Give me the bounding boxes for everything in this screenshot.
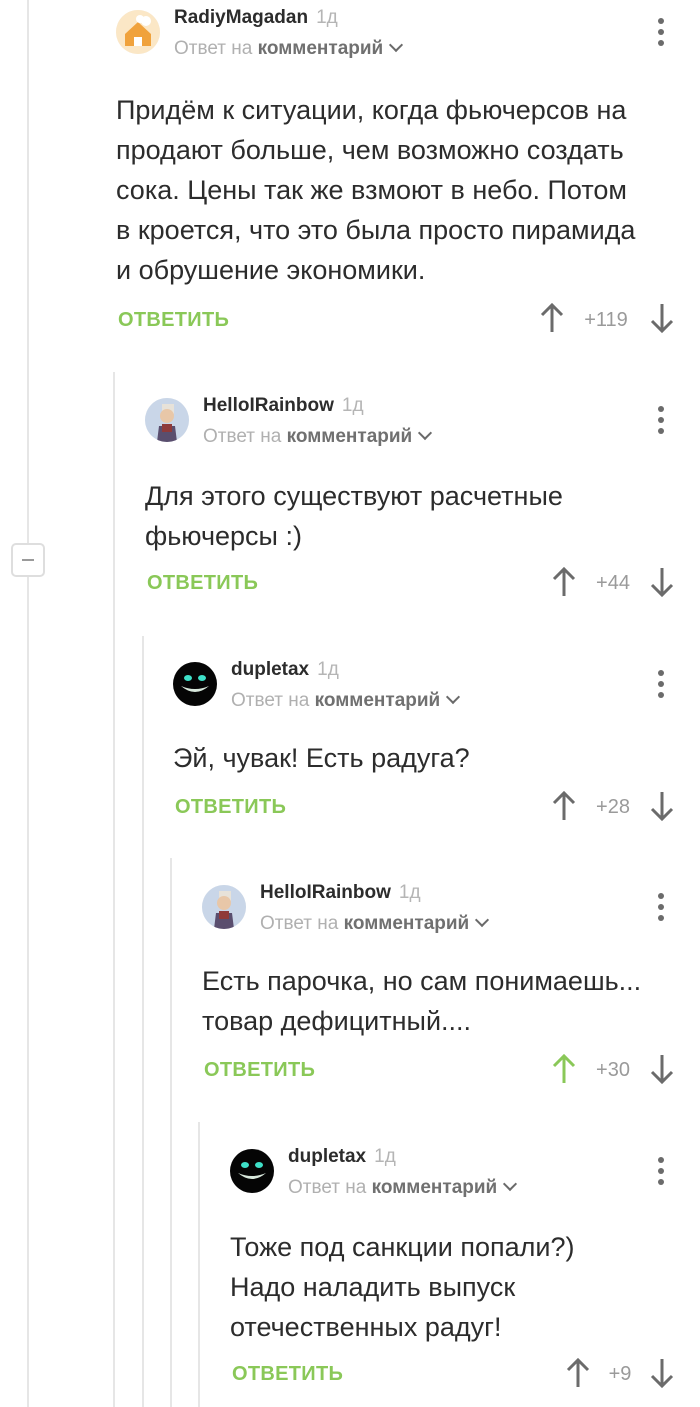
chevron-down-icon [389, 37, 404, 53]
comment-text: Эй, чувак! Есть радуга? [173, 743, 470, 773]
reply-context[interactable]: Ответ на комментарий [203, 425, 433, 448]
thread-line [113, 372, 115, 1407]
collapse-thread-button[interactable] [11, 543, 45, 577]
upvote-arrow-icon[interactable] [552, 1053, 576, 1085]
avatar[interactable] [173, 662, 217, 706]
avatar[interactable] [145, 398, 189, 442]
upvote-arrow-icon[interactable] [566, 1357, 590, 1389]
cheshire-grin-avatar-icon [173, 662, 217, 706]
author-name[interactable]: dupletax 1д [288, 1146, 396, 1168]
more-options-icon[interactable] [656, 18, 666, 48]
comment: RadiyMagadan 1д Ответ на комментарий Прид… [116, 7, 700, 340]
orange-house-avatar-icon [116, 10, 160, 54]
chevron-down-icon [475, 912, 490, 928]
comment-time: 1д [341, 395, 364, 416]
upvote-arrow-icon[interactable] [552, 790, 576, 822]
thread-line [142, 636, 144, 1407]
upvote-arrow-icon[interactable] [552, 566, 576, 598]
reply-button[interactable]: ОТВЕТИТЬ [147, 572, 258, 595]
thread-line [170, 858, 172, 1407]
more-options-icon[interactable] [656, 670, 666, 700]
comment-time: 1д [317, 659, 339, 680]
reply-context[interactable]: Ответ на комментарий [231, 689, 461, 712]
thread-line [198, 1122, 200, 1407]
more-options-icon[interactable] [656, 406, 666, 436]
author-name[interactable]: HelloIRainbow 1д [260, 882, 421, 904]
downvote-arrow-icon[interactable] [650, 1053, 674, 1085]
author-name[interactable]: dupletax 1д [231, 659, 339, 681]
author-name[interactable]: HelloIRainbow 1д [203, 395, 364, 417]
comment-text: Тоже под санкции попали?) Надо наладить в… [230, 1232, 575, 1342]
chevron-down-icon [418, 425, 433, 441]
comment-time: 1д [398, 882, 421, 903]
chevron-down-icon [503, 1176, 518, 1192]
thread-line [27, 0, 29, 1407]
comment: HelloIRainbow 1д Ответ на комментарий Ест… [202, 882, 700, 1095]
comment: dupletax 1д Ответ на комментарий Тоже под… [230, 1146, 700, 1399]
figurine-avatar-icon [145, 398, 189, 442]
downvote-arrow-icon[interactable] [650, 566, 674, 598]
upvote-arrow-icon[interactable] [540, 302, 564, 334]
comment-text: Придём к ситуации, когда фьючерсов на про… [116, 95, 636, 285]
avatar[interactable] [202, 885, 246, 929]
comment-time: 1д [374, 1146, 396, 1167]
vote-score: +119 [584, 309, 628, 331]
reply-context[interactable]: Ответ на комментарий [288, 1176, 518, 1199]
more-options-icon[interactable] [656, 893, 666, 923]
more-options-icon[interactable] [656, 1157, 666, 1187]
reply-context[interactable]: Ответ на комментарий [174, 37, 404, 60]
chevron-down-icon [446, 689, 461, 705]
reply-button[interactable]: ОТВЕТИТЬ [118, 309, 229, 332]
vote-score: +9 [608, 1363, 632, 1385]
reply-button[interactable]: ОТВЕТИТЬ [175, 796, 286, 819]
comment: HelloIRainbow 1д Ответ на комментарий Для… [145, 395, 700, 608]
reply-context[interactable]: Ответ на комментарий [260, 912, 490, 935]
comment-time: 1д [316, 7, 338, 28]
downvote-arrow-icon[interactable] [650, 790, 674, 822]
vote-score: +30 [596, 1059, 630, 1081]
figurine-avatar-icon [202, 885, 246, 929]
cheshire-grin-avatar-icon [230, 1149, 274, 1193]
downvote-arrow-icon[interactable] [650, 1357, 674, 1389]
comment: dupletax 1д Ответ на комментарий Эй, чува… [173, 659, 700, 832]
comment-text: Есть парочка, но сам понимаешь... товар д… [202, 966, 642, 1036]
reply-button[interactable]: ОТВЕТИТЬ [204, 1059, 315, 1082]
vote-score: +44 [596, 572, 630, 594]
comment-text: Для этого существуют расчетные фьючерсы :… [145, 481, 563, 551]
author-name[interactable]: RadiyMagadan 1д [174, 7, 338, 29]
reply-button[interactable]: ОТВЕТИТЬ [232, 1363, 343, 1386]
avatar[interactable] [116, 10, 160, 54]
avatar[interactable] [230, 1149, 274, 1193]
downvote-arrow-icon[interactable] [650, 302, 674, 334]
vote-score: +28 [596, 796, 630, 818]
